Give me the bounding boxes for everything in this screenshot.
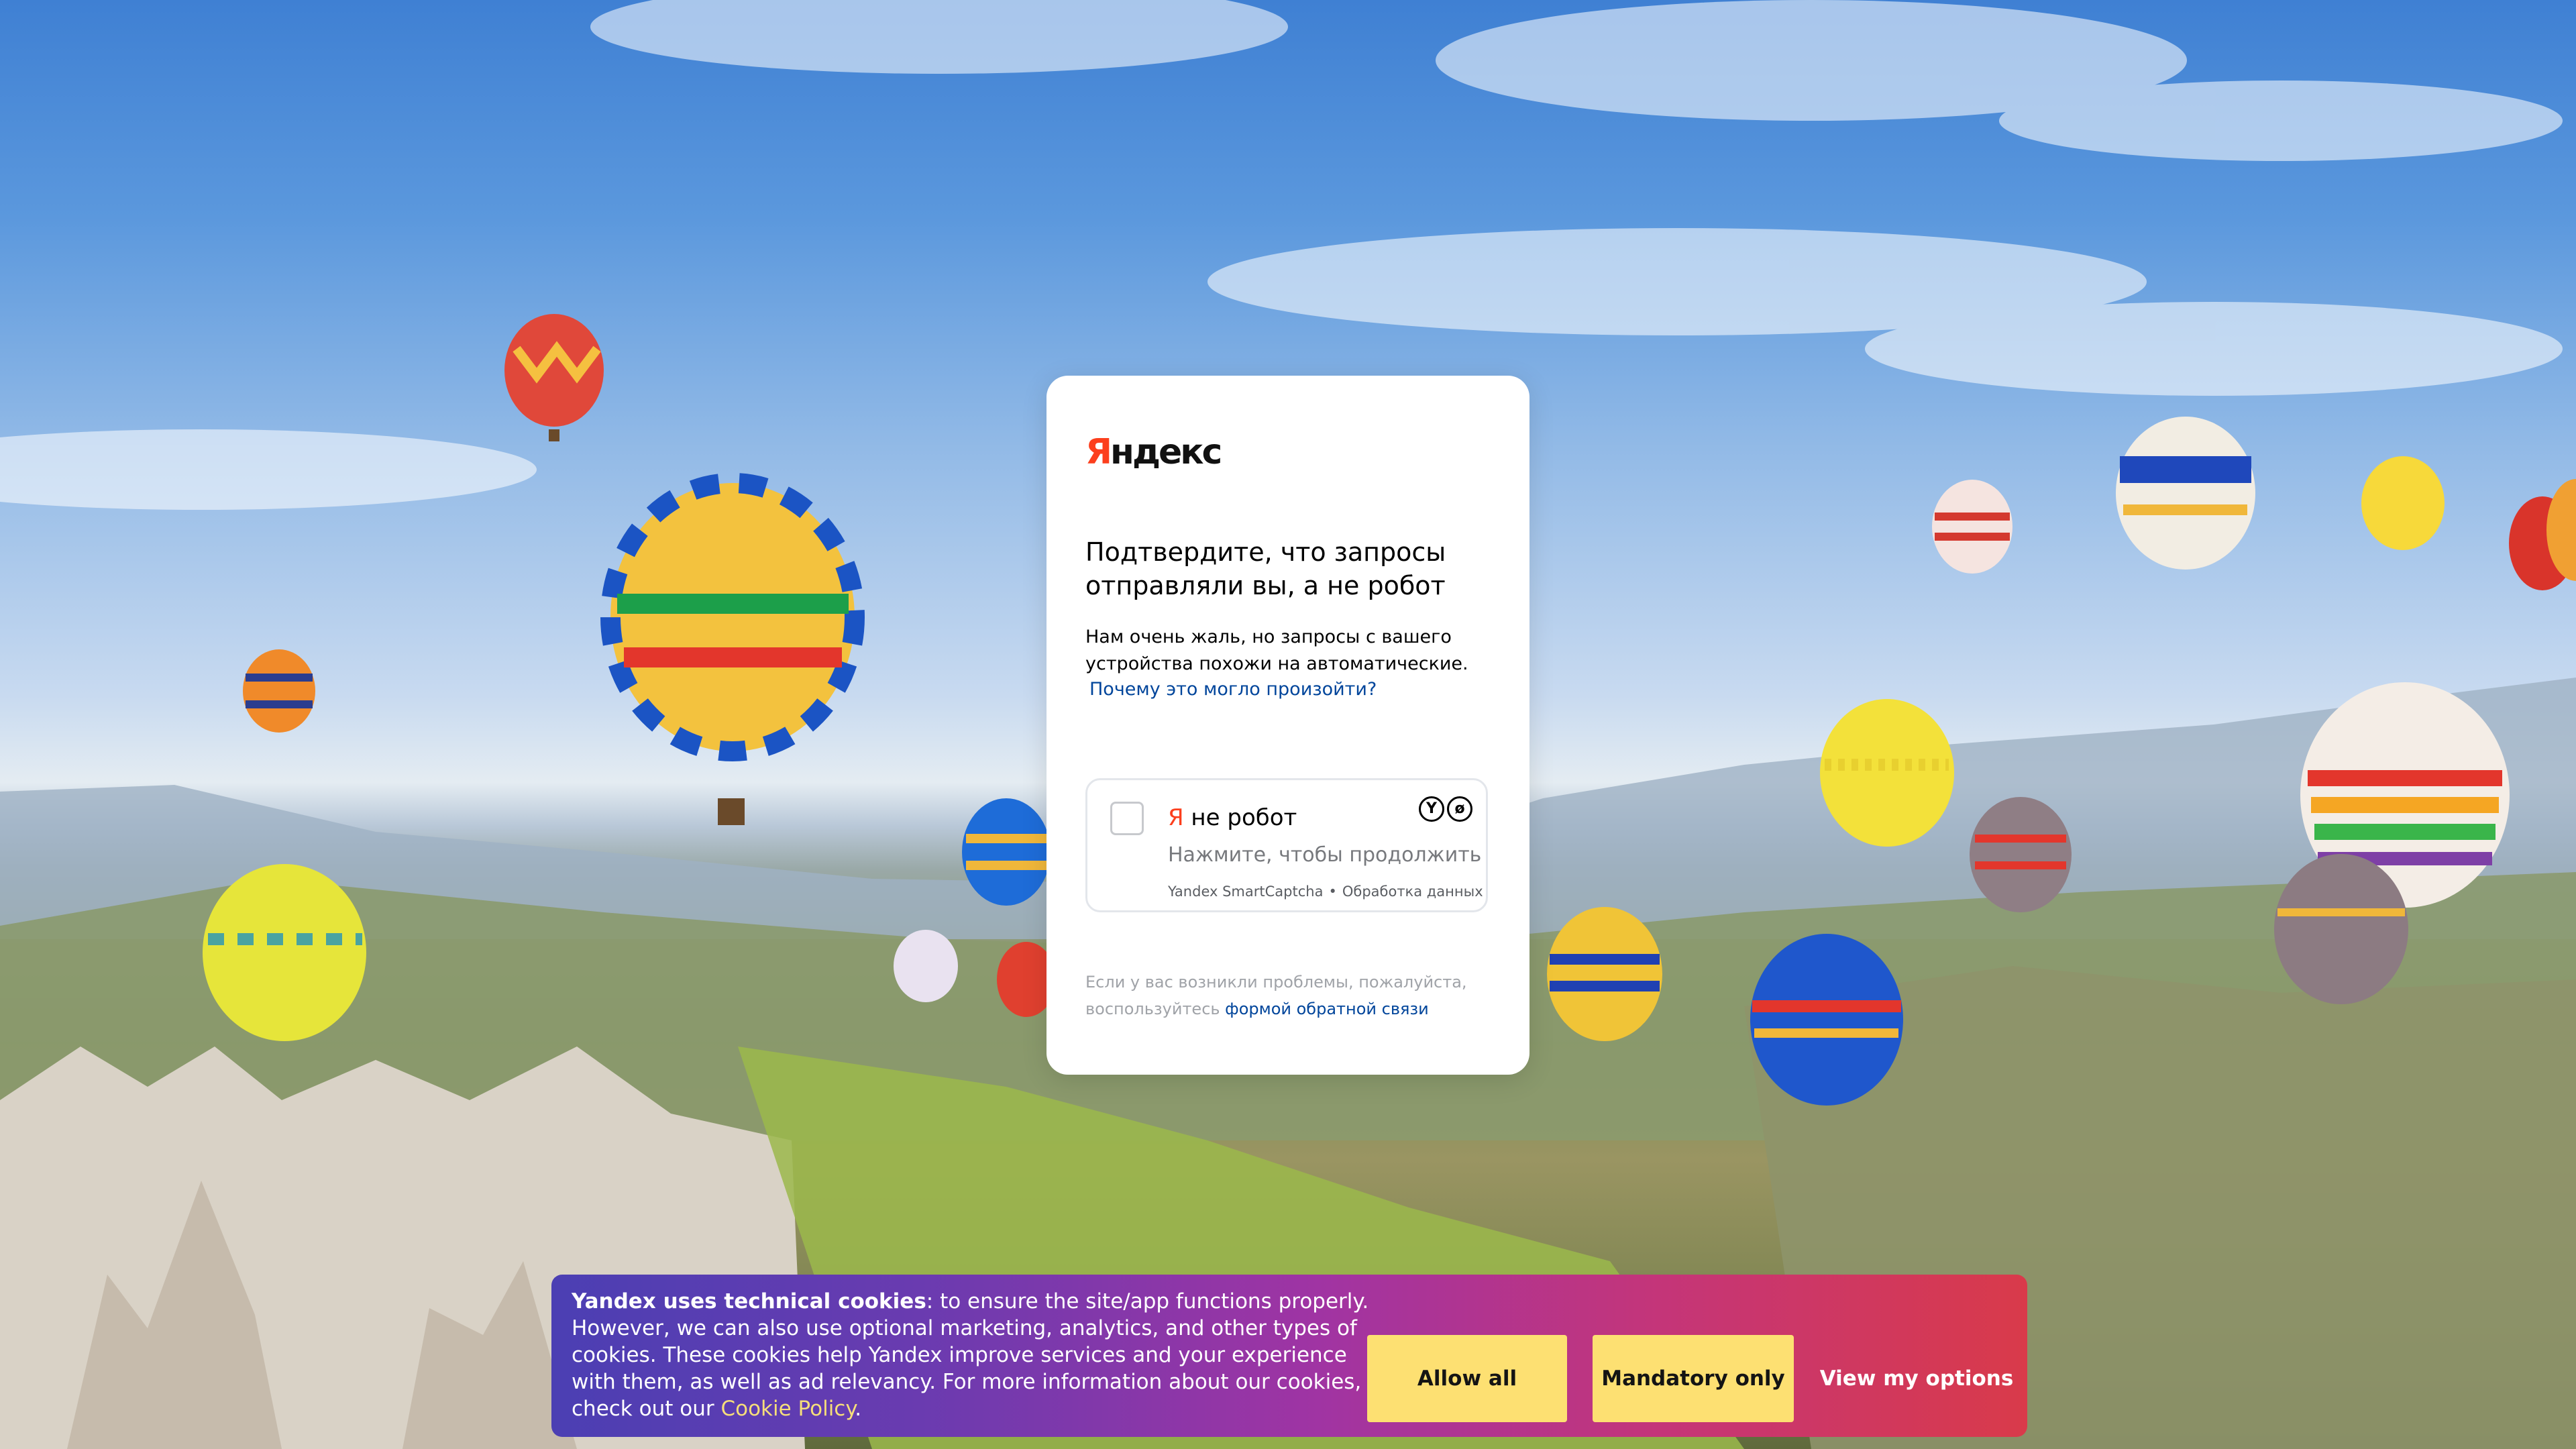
- captcha-brand-icons: Y ø: [1419, 796, 1472, 822]
- logo-rest: ндекс: [1110, 432, 1222, 472]
- cookie-banner: Yandex uses technical cookies: to ensure…: [551, 1275, 2027, 1437]
- cookie-policy-link[interactable]: Cookie Policy: [720, 1397, 855, 1421]
- captcha-description: Нам очень жаль, но запросы с вашего устр…: [1085, 627, 1468, 674]
- cookie-bold-intro: Yandex uses technical cookies: [572, 1289, 926, 1313]
- why-link[interactable]: Почему это могло произойти?: [1089, 676, 1377, 703]
- data-processing-link[interactable]: Обработка данных: [1342, 883, 1483, 900]
- mandatory-only-button[interactable]: Mandatory only: [1593, 1335, 1794, 1422]
- checkbox-label-prefix: Я: [1168, 804, 1184, 831]
- captcha-title: Подтвердите, что запросы отправляли вы, …: [1085, 537, 1446, 600]
- not-robot-checkbox[interactable]: [1110, 802, 1144, 835]
- checkbox-hint: Нажмите, чтобы продолжить: [1168, 843, 1482, 867]
- checkbox-label: Я не робот: [1168, 803, 1297, 833]
- captcha-footer: Yandex SmartCaptcha • Обработка данных: [1168, 882, 1483, 901]
- yandex-y-icon: Y: [1419, 796, 1444, 822]
- smartcaptcha-widget[interactable]: Я не робот Нажмите, чтобы продолжить Yan…: [1085, 778, 1488, 912]
- captcha-card: Яндекс Подтвердите, что запросы отправля…: [1046, 376, 1529, 1075]
- cookie-text: Yandex uses technical cookies: to ensure…: [572, 1288, 1377, 1422]
- smartcaptcha-icon: ø: [1447, 796, 1472, 822]
- yandex-logo[interactable]: Яндекс: [1085, 432, 1222, 472]
- smartcaptcha-brand: Yandex SmartCaptcha: [1168, 883, 1324, 900]
- feedback-form-link[interactable]: формой обратной связи: [1225, 1000, 1429, 1018]
- cookie-text-end: .: [855, 1397, 862, 1421]
- checkbox-label-rest: не робот: [1183, 804, 1297, 831]
- view-options-button[interactable]: View my options: [1819, 1335, 2014, 1422]
- allow-all-button[interactable]: Allow all: [1367, 1335, 1567, 1422]
- balloon: [504, 314, 604, 441]
- logo-first-letter: Я: [1085, 432, 1112, 472]
- help-text: Если у вас возникли проблемы, пожалуйста…: [1085, 969, 1501, 1022]
- footer-separator: •: [1328, 883, 1337, 900]
